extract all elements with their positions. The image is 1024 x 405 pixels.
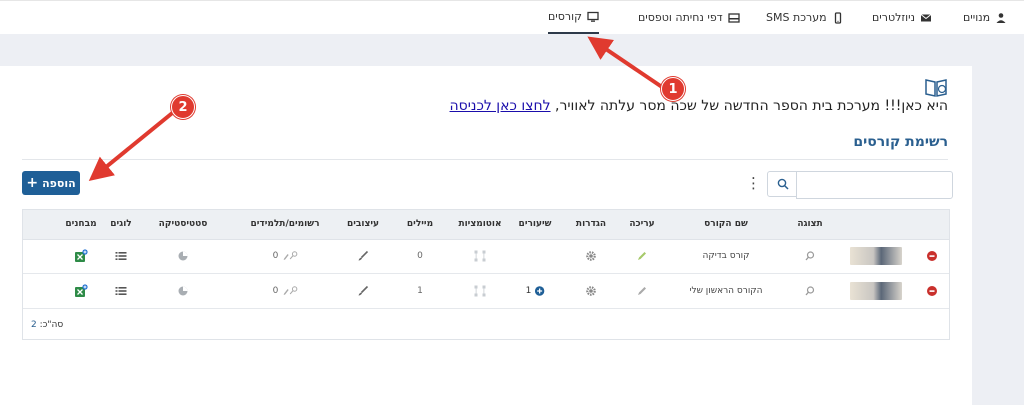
edit-pencil-icon[interactable] [637,251,647,261]
annotation-badge-2: 2 [171,95,195,119]
table-row: הקורס הראשון שלי 1 1 0 [23,274,949,309]
excel-icon[interactable] [74,249,88,263]
course-name[interactable]: הקורס הראשון שלי [689,286,762,296]
course-thumbnail [850,247,902,265]
col-settings: הגדרות [575,219,607,229]
col-emails: מיילים [406,219,434,229]
form-icon [728,12,740,23]
annotation-badge-1: 1 [661,77,685,101]
emails-count: 1 [417,286,423,296]
nav-courses-label: קורסים [548,10,582,23]
total-value: 2 [31,320,37,330]
delete-icon[interactable] [927,251,938,262]
col-designs: עיצובים [346,219,380,229]
right-gutter [972,66,1024,405]
search-button[interactable] [767,171,798,197]
gear-icon[interactable] [586,286,597,297]
users-cog-icon [996,12,1006,23]
registered-cell[interactable]: 0 [273,251,298,261]
brush-icon[interactable] [358,250,369,262]
search-icon [777,178,789,190]
search-input[interactable] [796,171,953,199]
nav-subscribers-label: מנויים [963,11,991,24]
nav-newsletters-label: ניוזלטרים [872,11,916,24]
course-name[interactable]: קורס בדיקה [702,251,749,261]
add-button-label: הוספה [42,176,76,190]
col-registered: רשומים/תלמידים [250,219,320,229]
col-display[interactable]: תצוגה [797,219,822,229]
courses-table: תצוגה שם הקורס עריכה הגדרות שיעורים אוטו… [22,209,950,340]
key-pencil-icon [283,286,298,295]
announcement-link[interactable]: לחצו כאן לכניסה [450,98,551,114]
list-icon[interactable] [115,251,127,261]
nav-landing-pages[interactable]: דפי נחיתה וטפסים [638,1,740,34]
col-edit: עריכה [629,219,655,229]
col-statistics: סטטיסטיקה [158,219,208,229]
open-book-icon [925,79,947,97]
nav-courses[interactable]: קורסים [548,1,599,34]
edit-pencil-icon[interactable] [637,286,647,296]
total-count: סה"כ: 2 [31,320,63,330]
plus-icon: + [26,175,39,191]
excel-icon[interactable] [74,284,88,298]
monitor-icon [587,11,599,22]
registered-count: 0 [272,251,279,261]
col-course-name[interactable]: שם הקורס [704,219,748,229]
add-course-button[interactable]: הוספה + [22,171,80,195]
nav-landing-pages-label: דפי נחיתה וטפסים [638,11,723,24]
delete-icon[interactable] [927,286,938,297]
nav-subscribers[interactable]: מנויים [963,1,1007,34]
nav-sms-label: מערכת SMS [766,11,827,24]
table-row: קורס בדיקה 0 0 [23,239,949,274]
key-pencil-icon [283,251,298,260]
lessons-count: 1 [525,286,532,296]
col-logs: לוגים [110,219,132,229]
registered-cell[interactable]: 0 [273,286,298,296]
automation-icon[interactable] [474,250,486,262]
add-lesson-icon [534,286,545,296]
col-tests: מבחנים [65,219,97,229]
automation-icon[interactable] [474,285,486,297]
list-icon[interactable] [115,286,127,296]
announcement-text: היא כאן!!! מערכת בית הספר החדשה של שכה מ… [555,98,948,114]
col-automations: אוטומציות [458,219,502,229]
course-thumbnail [850,282,902,300]
divider [22,159,948,160]
table-header: תצוגה שם הקורס עריכה הגדרות שיעורים אוטו… [23,210,949,240]
envelope-icon [920,13,932,21]
total-label: סה"כ: [39,320,64,330]
mobile-icon [834,11,841,24]
announcement-banner: היא כאן!!! מערכת בית הספר החדשה של שכה מ… [450,98,948,114]
lessons-cell[interactable]: 1 [526,286,545,296]
nav-newsletters[interactable]: ניוזלטרים [872,1,932,34]
pie-chart-icon[interactable] [178,251,189,262]
preview-icon[interactable] [805,251,815,261]
brush-icon[interactable] [358,285,369,297]
registered-count: 0 [272,286,279,296]
section-title: רשימת קורסים [853,134,948,150]
col-lessons: שיעורים [518,219,552,229]
pie-chart-icon[interactable] [178,286,189,297]
more-options-icon[interactable]: ⋮ [746,174,761,192]
nav-sms[interactable]: מערכת SMS [766,1,844,34]
top-navbar: מנויים ניוזלטרים מערכת SMS דפי נחיתה וטפ… [0,0,1024,35]
emails-count: 0 [417,251,423,261]
gear-icon[interactable] [586,251,597,262]
preview-icon[interactable] [805,286,815,296]
